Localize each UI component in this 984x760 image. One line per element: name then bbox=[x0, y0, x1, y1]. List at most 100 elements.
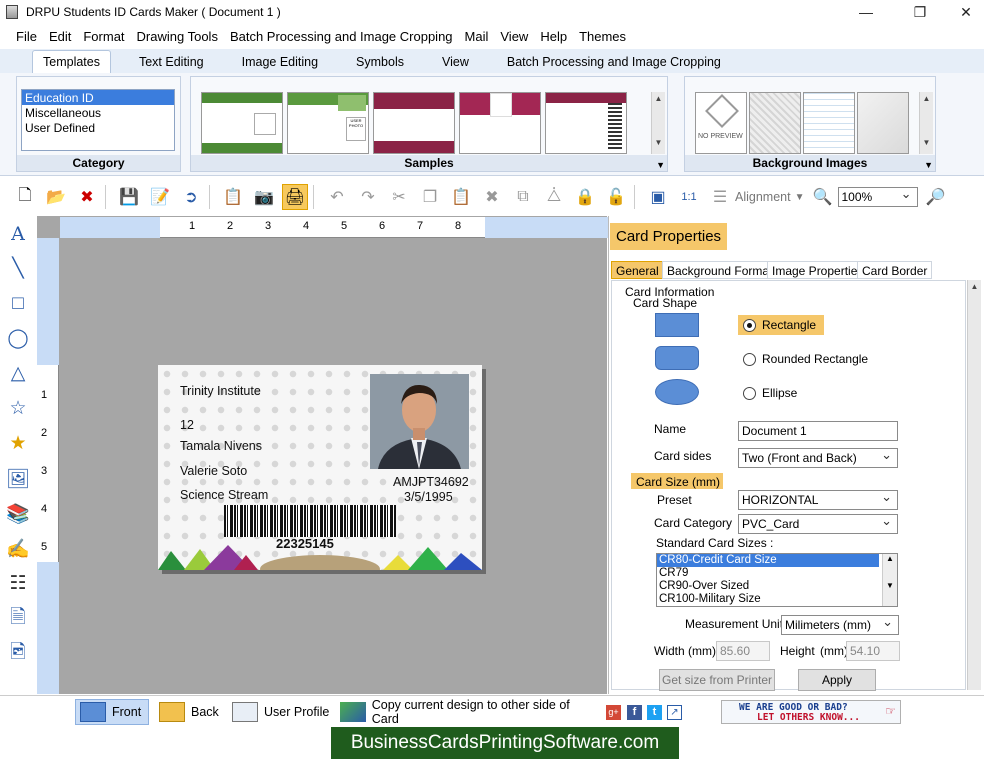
alignment-dropdown[interactable]: Alignment bbox=[735, 190, 791, 204]
tab-general[interactable]: General bbox=[611, 261, 664, 279]
rectangle-radio[interactable] bbox=[743, 319, 756, 332]
send-back-icon[interactable]: ⧊ bbox=[541, 184, 567, 210]
card-number-text[interactable]: 12 bbox=[180, 418, 194, 432]
size-item-cr79[interactable]: CR79 bbox=[657, 567, 897, 580]
sample-thumbnail-3[interactable] bbox=[373, 92, 455, 154]
fit-to-window-icon[interactable]: ▣ bbox=[645, 184, 671, 210]
ellipse-tool-icon[interactable]: ◯ bbox=[0, 321, 36, 356]
symbol-tool-icon[interactable]: ★ bbox=[0, 426, 36, 461]
category-list[interactable]: Education ID Miscellaneous User Defined bbox=[21, 89, 175, 151]
name-input[interactable]: Document 1 bbox=[738, 421, 898, 441]
tab-image-properties[interactable]: Image Properties bbox=[767, 261, 869, 279]
menu-format[interactable]: Format bbox=[83, 29, 124, 44]
sample-thumbnail-1[interactable] bbox=[201, 92, 283, 154]
picture-tool-icon[interactable]: 🖼 bbox=[0, 461, 36, 496]
menu-drawing-tools[interactable]: Drawing Tools bbox=[137, 29, 218, 44]
google-plus-icon[interactable]: g+ bbox=[606, 705, 621, 720]
tab-templates[interactable]: Templates bbox=[32, 50, 111, 73]
zoom-out-icon[interactable]: 🔎 bbox=[923, 184, 949, 210]
get-size-from-printer-button[interactable]: Get size from Printer bbox=[659, 669, 775, 691]
close-document-icon[interactable]: ✖ bbox=[74, 184, 100, 210]
save-as-icon[interactable]: 📝 bbox=[147, 184, 173, 210]
standard-sizes-list[interactable]: CR80-Credit Card Size CR79 CR90-Over Siz… bbox=[656, 553, 898, 607]
close-button[interactable]: ✕ bbox=[943, 0, 984, 24]
properties-scrollbar[interactable]: ▲ bbox=[967, 280, 981, 690]
menu-mail[interactable]: Mail bbox=[465, 29, 489, 44]
restore-button[interactable]: ❐ bbox=[897, 0, 943, 24]
card-institute-text[interactable]: Trinity Institute bbox=[180, 384, 261, 398]
actual-size-icon[interactable]: 1:1 bbox=[676, 184, 702, 210]
text-tool-icon[interactable]: A bbox=[0, 216, 36, 251]
rounded-rectangle-option-label[interactable]: Rounded Rectangle bbox=[762, 352, 868, 366]
tab-batch-processing[interactable]: Batch Processing and Image Cropping bbox=[497, 51, 731, 73]
triangle-tool-icon[interactable]: △ bbox=[0, 356, 36, 391]
properties-icon[interactable]: 📋 bbox=[220, 184, 246, 210]
library-tool-icon[interactable]: 📚 bbox=[0, 496, 36, 531]
id-card[interactable]: Trinity Institute 12 Tamala Nivens Valer… bbox=[158, 365, 482, 570]
menu-help[interactable]: Help bbox=[540, 29, 567, 44]
undo-icon[interactable]: ↶ bbox=[324, 184, 350, 210]
lock-icon[interactable]: 🔒 bbox=[572, 184, 598, 210]
star-tool-icon[interactable]: ☆ bbox=[0, 391, 36, 426]
open-folder-icon[interactable]: 📂 bbox=[43, 184, 69, 210]
front-button[interactable]: Front bbox=[75, 699, 149, 725]
ellipse-radio[interactable] bbox=[743, 387, 756, 400]
rectangle-tool-icon[interactable]: □ bbox=[0, 286, 36, 321]
category-item-user-defined[interactable]: User Defined bbox=[22, 120, 174, 135]
alignment-icon[interactable]: ☰ bbox=[707, 184, 733, 210]
cut-icon[interactable]: ✂ bbox=[386, 184, 412, 210]
barcode-tool-icon[interactable]: ☷ bbox=[0, 566, 36, 601]
category-item-miscellaneous[interactable]: Miscellaneous bbox=[22, 105, 174, 120]
samples-scrollbar[interactable]: ▲ ▼ bbox=[651, 92, 665, 154]
rectangle-option-label[interactable]: Rectangle bbox=[762, 318, 816, 332]
ellipse-option-label[interactable]: Ellipse bbox=[762, 386, 797, 400]
background-thumbnail-3[interactable] bbox=[803, 92, 855, 154]
size-item-cr100[interactable]: CR100-Military Size bbox=[657, 593, 897, 606]
background-thumbnail-4[interactable] bbox=[857, 92, 909, 154]
background-scrollbar[interactable]: ▲ ▼ bbox=[919, 92, 933, 154]
background-thumbnail-2[interactable] bbox=[749, 92, 801, 154]
paste-icon[interactable]: 📋 bbox=[448, 184, 474, 210]
card-name-text[interactable]: Tamala Nivens bbox=[180, 439, 262, 453]
category-item-education-id[interactable]: Education ID bbox=[22, 90, 174, 105]
new-document-icon[interactable]: 🗋 bbox=[12, 184, 38, 210]
card-sides-select[interactable]: Two (Front and Back) bbox=[738, 446, 898, 468]
preset-select[interactable]: HORIZONTAL bbox=[738, 488, 898, 510]
zoom-select[interactable]: 100% bbox=[837, 185, 918, 207]
tab-symbols[interactable]: Symbols bbox=[346, 51, 414, 73]
image-icon[interactable]: 📷 bbox=[251, 184, 277, 210]
zoom-in-icon[interactable]: 🔍 bbox=[810, 184, 836, 210]
twitter-icon[interactable]: t bbox=[647, 705, 662, 720]
copy-design-button[interactable]: Copy current design to other side of Car… bbox=[336, 698, 598, 726]
delete-icon[interactable]: ✖ bbox=[479, 184, 505, 210]
facebook-icon[interactable]: f bbox=[627, 705, 642, 720]
background-thumbnail-no-preview[interactable]: NO PREVIEW bbox=[695, 92, 747, 154]
redo-icon[interactable]: ↷ bbox=[355, 184, 381, 210]
tab-card-border[interactable]: Card Border bbox=[857, 261, 933, 279]
export-icon[interactable]: ➲ bbox=[178, 184, 204, 210]
menu-view[interactable]: View bbox=[500, 29, 528, 44]
signature-tool-icon[interactable]: ✍ bbox=[0, 531, 36, 566]
print-icon[interactable]: 🖨 bbox=[282, 184, 308, 210]
samples-expand-icon[interactable]: ▼ bbox=[656, 160, 665, 170]
card-barcode[interactable] bbox=[224, 505, 396, 537]
menu-themes[interactable]: Themes bbox=[579, 29, 626, 44]
sample-thumbnail-2[interactable]: USER PHOTO bbox=[287, 92, 369, 154]
tab-text-editing[interactable]: Text Editing bbox=[129, 51, 214, 73]
size-item-cr90[interactable]: CR90-Over Sized bbox=[657, 580, 897, 593]
save-icon[interactable]: 💾 bbox=[116, 184, 142, 210]
apply-button[interactable]: Apply bbox=[798, 669, 876, 691]
share-icon[interactable]: ↗ bbox=[667, 705, 682, 720]
minimize-button[interactable]: — bbox=[843, 0, 889, 24]
sizes-scrollbar[interactable]: ▲ ▼ bbox=[882, 554, 897, 606]
tab-background-format[interactable]: Background Format bbox=[662, 261, 778, 279]
card-id-code-text[interactable]: AMJPT34692 bbox=[393, 475, 469, 489]
image-tool-icon[interactable]: 🖻 bbox=[0, 636, 36, 671]
card-line4-text[interactable]: Valerie Soto bbox=[180, 464, 247, 478]
bring-front-icon[interactable]: ⧉ bbox=[510, 184, 536, 210]
card-photo[interactable] bbox=[370, 374, 469, 469]
menu-batch-processing[interactable]: Batch Processing and Image Cropping bbox=[230, 29, 453, 44]
menu-file[interactable]: File bbox=[16, 29, 37, 44]
size-item-cr80[interactable]: CR80-Credit Card Size bbox=[657, 554, 879, 567]
card-date-text[interactable]: 3/5/1995 bbox=[404, 490, 453, 504]
